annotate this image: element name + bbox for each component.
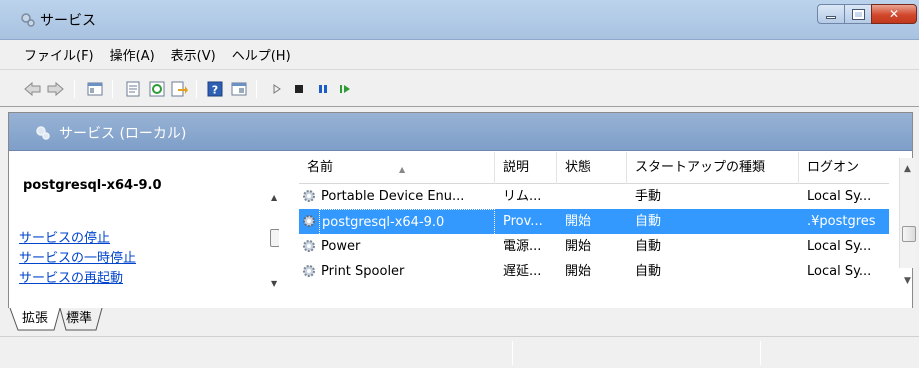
service-logon: Local Sy... (807, 239, 872, 254)
resume-icon[interactable] (336, 81, 354, 97)
status-divider (512, 341, 513, 365)
pause-icon[interactable] (314, 81, 332, 97)
services-icon (36, 126, 50, 140)
scroll-down-icon[interactable]: ▼ (271, 279, 277, 288)
refresh-icon[interactable] (148, 81, 166, 97)
gear-icon (303, 240, 315, 252)
stop-icon[interactable] (290, 81, 308, 97)
scroll-down-icon[interactable]: ▼ (904, 276, 911, 286)
scroll-up-icon[interactable]: ▲ (271, 193, 277, 202)
column-status[interactable]: 状態 (557, 152, 627, 184)
column-status-label: 状態 (565, 160, 592, 175)
service-startup: 自動 (635, 264, 662, 279)
properties-icon[interactable] (124, 81, 142, 97)
selected-service-name: postgresql-x64-9.0 (23, 178, 162, 193)
toolbar: ? (0, 71, 919, 107)
service-startup: 自動 (635, 214, 662, 229)
service-description: 電源... (503, 239, 542, 254)
view-tabs: 拡張 標準 (8, 308, 913, 332)
table-row[interactable]: Portable Device Enu... リム... 手動 Local Sy… (299, 184, 889, 209)
panel-header: サービス (ローカル) (9, 113, 912, 151)
menu-help[interactable]: ヘルプ(H) (232, 45, 291, 64)
column-name-label: 名前 (307, 160, 334, 175)
show-tree-icon[interactable] (86, 81, 104, 97)
menu-view[interactable]: 表示(V) (171, 45, 216, 64)
services-panel: サービス (ローカル) postgresql-x64-9.0 サービスの停止 サ… (8, 112, 916, 308)
service-status: 開始 (565, 214, 592, 229)
column-description-label: 説明 (503, 160, 530, 175)
table-row[interactable]: Power 電源... 開始 自動 Local Sy... (299, 234, 889, 259)
service-description: Prov... (503, 214, 543, 229)
status-bar (0, 336, 919, 368)
table-row-selected[interactable]: postgresql-x64-9.0 Prov... 開始 自動 .¥postg… (299, 209, 889, 236)
restart-service-link[interactable]: サービスの再起動 (19, 267, 123, 286)
stop-service-link[interactable]: サービスの停止 (19, 227, 110, 246)
column-startup-type[interactable]: スタートアップの種類 (627, 152, 799, 184)
menu-action[interactable]: 操作(A) (110, 45, 155, 64)
service-startup: 手動 (635, 189, 662, 204)
window-title: サービス (40, 13, 96, 29)
close-icon: ✕ (888, 7, 900, 21)
gear-icon (303, 215, 315, 227)
menu-file[interactable]: ファイル(F) (24, 45, 94, 64)
service-status: 開始 (565, 264, 592, 279)
title-bar: サービス ✕ (0, 0, 919, 40)
service-logon: Local Sy... (807, 189, 872, 204)
vertical-scrollbar[interactable]: ▲ ▼ (899, 158, 916, 286)
service-logon: .¥postgres (807, 214, 876, 229)
start-icon[interactable] (268, 81, 286, 97)
service-name: Power (321, 239, 361, 254)
back-icon[interactable] (24, 81, 42, 97)
minimize-button[interactable] (817, 4, 845, 24)
tab-standard[interactable]: 標準 (60, 308, 98, 330)
service-description: リム... (503, 189, 542, 204)
column-description[interactable]: 説明 (495, 152, 557, 184)
service-startup: 自動 (635, 239, 662, 254)
maximize-button[interactable] (844, 4, 872, 24)
window-controls: ✕ (817, 4, 917, 26)
sort-ascending-icon: ▲ (399, 165, 406, 174)
column-logon[interactable]: ログオン (799, 152, 889, 184)
svg-text:?: ? (212, 84, 218, 97)
menu-bar: ファイル(F) 操作(A) 表示(V) ヘルプ(H) (0, 40, 919, 70)
column-name[interactable]: 名前 ▲ (299, 152, 495, 184)
column-startup-label: スタートアップの種類 (635, 160, 766, 175)
gear-icon (303, 265, 315, 277)
forward-icon[interactable] (46, 81, 64, 97)
service-name: postgresql-x64-9.0 (319, 209, 495, 236)
table-row[interactable]: Print Spooler 遅延... 開始 自動 Local Sy... (299, 259, 889, 279)
scroll-thumb[interactable] (902, 226, 916, 242)
pause-service-link[interactable]: サービスの一時停止 (19, 247, 136, 266)
column-logon-label: ログオン (807, 160, 860, 175)
service-description: 遅延... (503, 264, 542, 279)
status-divider (760, 341, 761, 365)
help-icon[interactable]: ? (206, 81, 224, 97)
services-icon (21, 13, 35, 27)
panel-title: サービス (ローカル) (59, 126, 187, 142)
service-logon: Local Sy... (807, 264, 872, 279)
service-description-panel: postgresql-x64-9.0 サービスの停止 サービスの一時停止 サービ… (9, 152, 279, 308)
service-status: 開始 (565, 239, 592, 254)
service-name: Print Spooler (321, 264, 405, 279)
console-tree-icon[interactable] (230, 81, 248, 97)
export-icon[interactable] (170, 81, 188, 97)
column-header: 名前 ▲ 説明 状態 スタートアップの種類 ログオン (299, 152, 889, 184)
close-button[interactable]: ✕ (871, 4, 917, 24)
gear-icon (303, 190, 315, 202)
scroll-up-icon[interactable]: ▲ (904, 164, 911, 174)
services-list: 名前 ▲ 説明 状態 スタートアップの種類 ログオン Portable Devic… (279, 152, 912, 308)
tab-extended[interactable]: 拡張 (16, 308, 54, 330)
service-name: Portable Device Enu... (321, 189, 465, 204)
